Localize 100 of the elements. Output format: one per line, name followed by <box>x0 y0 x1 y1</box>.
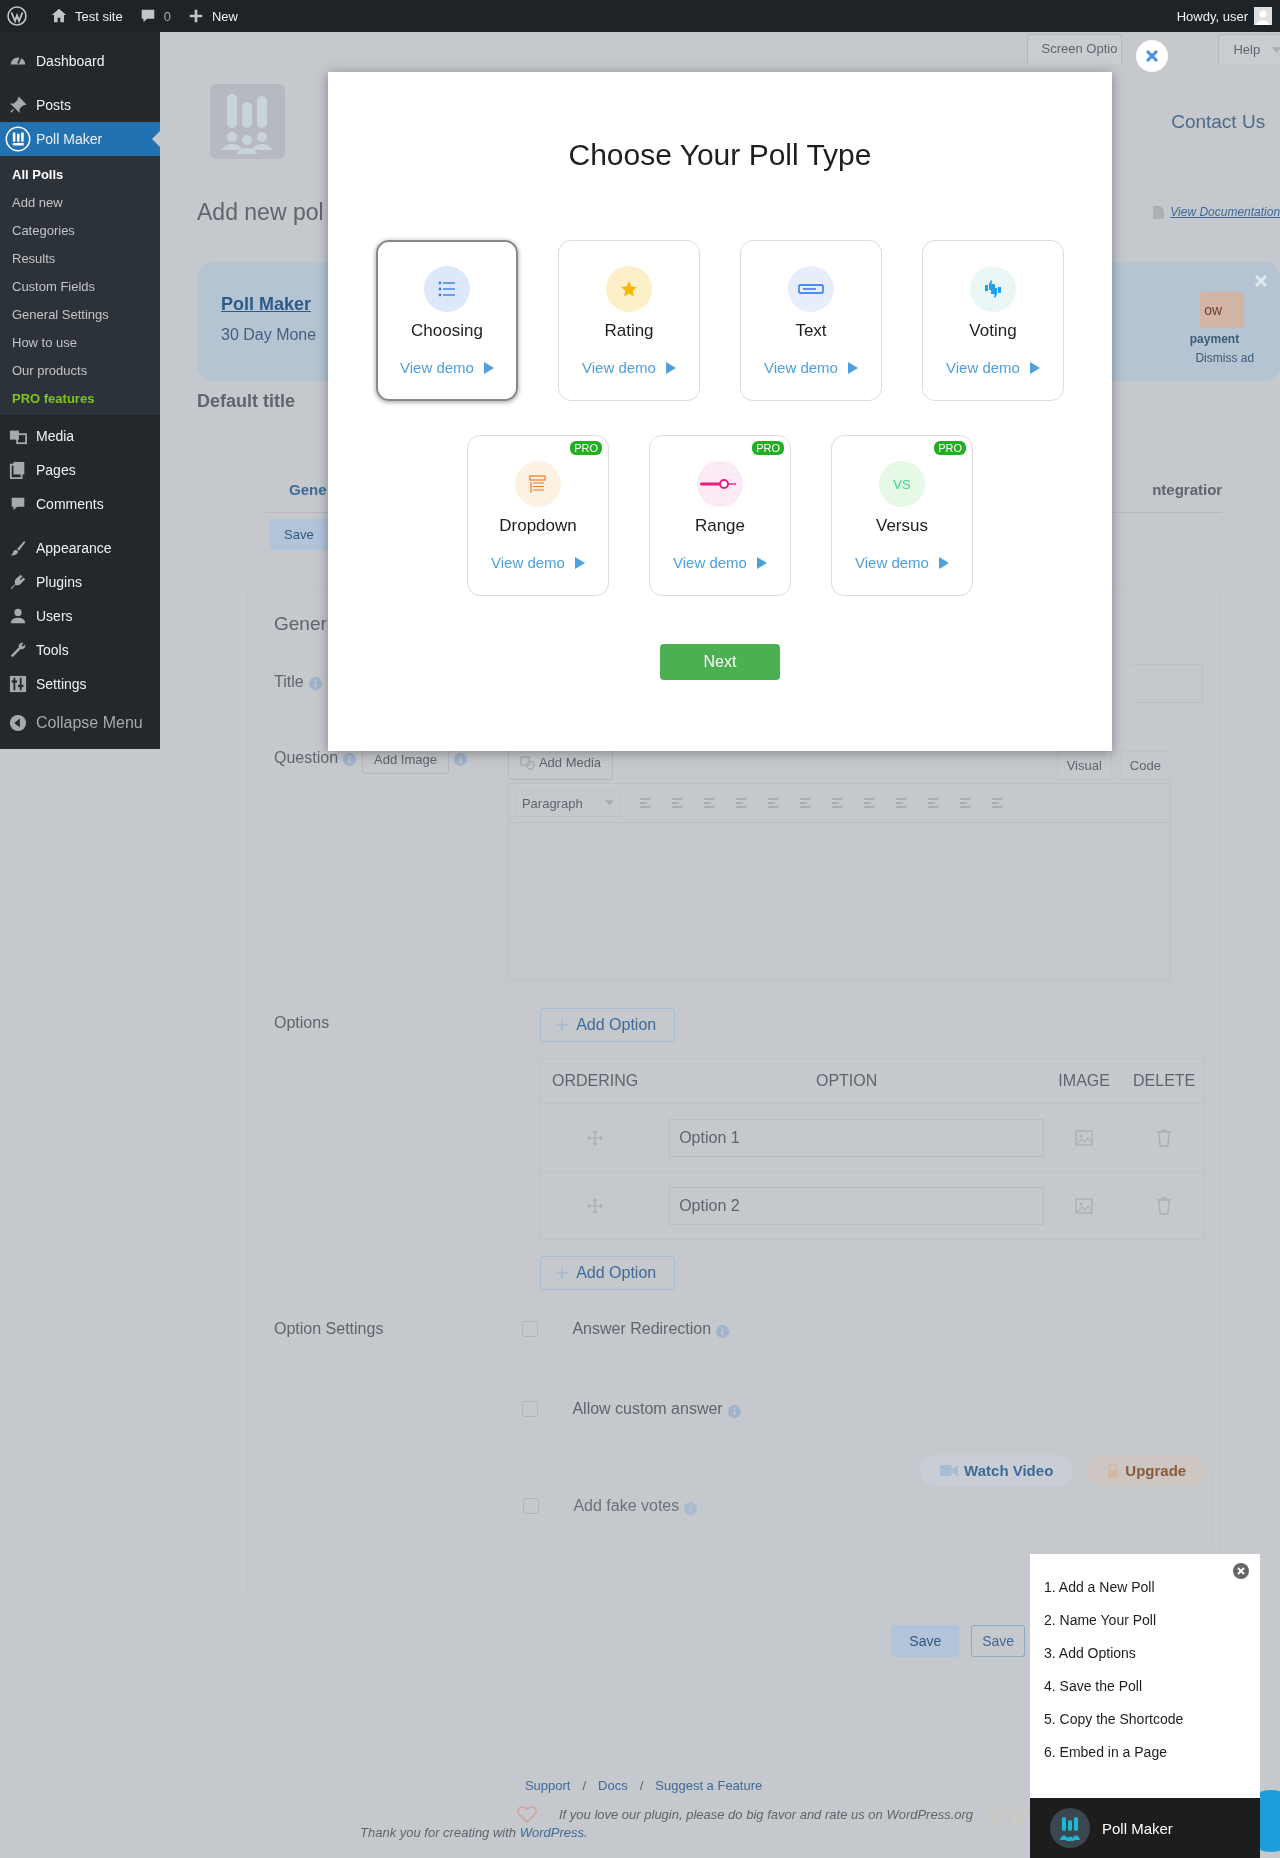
poll-type-card[interactable]: PRO Range View demo <box>649 435 791 596</box>
image-icon[interactable] <box>1075 1196 1094 1215</box>
help-button[interactable]: Help <box>1218 34 1280 64</box>
menu-item[interactable]: Dashboard <box>0 44 160 78</box>
poll-type-card[interactable]: Choosing View demo <box>376 240 518 401</box>
footer-link[interactable]: Support <box>524 1778 571 1793</box>
tour-step[interactable]: 6. Embed in a Page <box>1044 1744 1260 1777</box>
submenu-item[interactable]: PRO features <box>0 385 160 413</box>
editor-tab[interactable]: Visual <box>1056 751 1112 780</box>
poll-type-name: Voting <box>969 321 1017 341</box>
documentation-link[interactable]: View Documentation <box>1170 205 1280 219</box>
greeting-link[interactable]: Howdy, user <box>1176 8 1248 24</box>
tour-step[interactable]: 3. Add Options <box>1044 1645 1260 1678</box>
play-icon <box>665 361 676 374</box>
play-icon <box>1029 361 1040 374</box>
trash-icon[interactable] <box>1155 1196 1174 1215</box>
section-heading: Gener <box>274 613 328 635</box>
play-icon <box>847 361 858 374</box>
banner-note: payment <box>1189 332 1240 346</box>
submenu-item[interactable]: Categories <box>0 217 160 245</box>
column-header: IMAGE <box>1057 1072 1111 1090</box>
avatar-icon <box>1254 7 1272 25</box>
dismiss-ad-link[interactable]: Dismiss ad <box>1195 351 1255 365</box>
play-icon <box>938 556 949 569</box>
close-icon[interactable] <box>1233 1563 1249 1579</box>
heart-icon <box>517 1805 537 1823</box>
footer-link[interactable]: Suggest a Feature <box>655 1778 763 1793</box>
watch-video-button[interactable]: Watch Video <box>920 1455 1074 1486</box>
menu-item[interactable]: Pages <box>0 453 160 487</box>
menu-item[interactable]: Appearance <box>0 531 160 565</box>
upgrade-button[interactable]: Upgrade <box>1087 1455 1207 1486</box>
tour-step[interactable]: 4. Save the Poll <box>1044 1678 1260 1711</box>
submenu-item[interactable]: How to use <box>0 329 160 357</box>
screen-options-button[interactable]: Screen Optio <box>1026 34 1123 64</box>
plus-icon <box>556 1019 569 1031</box>
submenu-item[interactable]: Results <box>0 245 160 273</box>
menu-item[interactable]: Poll Maker <box>0 122 160 156</box>
new-link[interactable]: New <box>211 8 238 24</box>
banner-title-link[interactable]: Poll Maker <box>221 294 317 315</box>
move-handle-icon[interactable] <box>587 1197 604 1214</box>
slider-icon <box>697 461 743 507</box>
poll-type-card[interactable]: PRO Dropdown View demo <box>467 435 609 596</box>
poll-type-card[interactable]: PRO VS Versus View demo <box>831 435 973 596</box>
menu-item[interactable]: Posts <box>0 88 160 122</box>
poll-title: Default title <box>197 391 296 412</box>
menu-item[interactable]: Settings <box>0 667 160 701</box>
footer-link[interactable]: Docs <box>598 1778 628 1793</box>
save-button[interactable]: Save <box>270 519 328 550</box>
poll-type-card[interactable]: Voting View demo <box>922 240 1064 401</box>
save-button[interactable]: Save <box>971 1625 1026 1657</box>
add-option-button[interactable]: Add Option <box>540 1256 676 1290</box>
option-input-field[interactable]: Option 1 <box>669 1118 1045 1157</box>
text-field-icon <box>788 266 834 312</box>
poll-type-name: Choosing <box>411 321 483 341</box>
move-handle-icon[interactable] <box>587 1129 604 1146</box>
add-option-button[interactable]: Add Option <box>540 1008 676 1042</box>
tour-step[interactable]: 5. Copy the Shortcode <box>1044 1711 1260 1744</box>
submenu-item[interactable]: Custom Fields <box>0 273 160 301</box>
person-icon <box>9 607 27 625</box>
tour-step[interactable]: 1. Add a New Poll <box>1044 1579 1260 1612</box>
format-select[interactable]: Paragraph <box>514 789 621 817</box>
submenu-item[interactable]: All Polls <box>0 161 160 189</box>
info-icon <box>684 1501 698 1515</box>
site-name-link[interactable]: Test site <box>75 8 123 24</box>
poll-type-card[interactable]: Text View demo <box>740 240 882 401</box>
menu-item[interactable]: Users <box>0 599 160 633</box>
editor-tab[interactable]: Code <box>1119 751 1171 780</box>
image-icon[interactable] <box>1075 1128 1094 1147</box>
poll-type-card[interactable]: Rating View demo <box>558 240 700 401</box>
poll-logo-icon <box>210 84 285 159</box>
menu-item[interactable]: Media <box>0 419 160 453</box>
menu-item[interactable]: Comments <box>0 487 160 521</box>
pro-badge: PRO <box>570 441 602 455</box>
collapse-menu-button[interactable]: Collapse Menu <box>0 705 160 741</box>
menu-item[interactable]: Tools <box>0 633 160 667</box>
save-button[interactable]: Save <box>891 1625 960 1657</box>
submenu-item[interactable]: Add new <box>0 189 160 217</box>
trash-icon[interactable] <box>1155 1128 1174 1147</box>
star-icon[interactable] <box>1009 1805 1028 1823</box>
banner-button[interactable]: ow <box>1200 292 1245 328</box>
settings-tab[interactable]: ntegratior <box>1152 481 1223 498</box>
info-icon <box>308 677 322 690</box>
home-icon <box>50 7 68 25</box>
menu-item[interactable]: Plugins <box>0 565 160 599</box>
submenu-item[interactable]: General Settings <box>0 301 160 329</box>
banner-subtitle: 30 Day Mone <box>221 326 317 344</box>
star-icon[interactable] <box>987 1805 1006 1823</box>
submenu-item[interactable]: Our products <box>0 357 160 385</box>
versus-icon: VS <box>879 461 925 507</box>
contact-us-link[interactable]: Contact Us <box>1171 110 1266 133</box>
wrench-icon <box>9 641 27 659</box>
settings-tab[interactable]: Gene <box>289 481 327 498</box>
wordpress-link[interactable]: WordPress <box>519 1825 584 1840</box>
option-input-field[interactable]: Option 2 <box>669 1186 1045 1225</box>
rating-request-text: If you love our plugin, please do big favor and rate us on WordPress.org <box>559 1806 974 1822</box>
close-icon[interactable] <box>1136 40 1168 72</box>
pin-icon <box>9 96 27 114</box>
wordpress-logo-icon[interactable] <box>7 6 27 26</box>
tour-step[interactable]: 2. Name Your Poll <box>1044 1612 1260 1645</box>
comment-count[interactable]: 0 <box>163 8 171 24</box>
